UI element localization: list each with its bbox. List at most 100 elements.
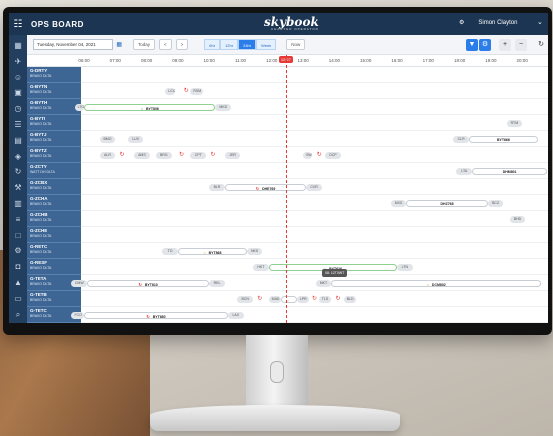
aircraft-cell[interactable]: G-BYTH BRAVO DLTA [27,99,81,115]
airport-tag[interactable]: NKS [246,248,263,255]
sync-icon[interactable]: ↻ [118,151,127,160]
airport-tag[interactable]: RKL [209,280,225,287]
file-icon[interactable]: ☰ [14,117,21,133]
airport-tag[interactable]: LTN [397,264,413,271]
users-icon[interactable]: ☺ [14,70,22,86]
airport-tag[interactable]: HKT [253,264,269,271]
airport-tag[interactable]: RTM [506,120,523,127]
airport-tag[interactable]: CVR [306,184,322,191]
airport-tag[interactable]: FCO [71,312,84,319]
airport-tag[interactable]: BHD [509,216,526,223]
chevron-down-icon[interactable]: ⌄ [537,18,543,26]
flight-bar[interactable]: ↻ BYT680 [84,312,228,319]
refresh-icon[interactable]: ↻ [15,164,22,180]
flight-bar[interactable]: DHZ768 [406,200,488,207]
aircraft-cell[interactable]: G-BYTN BRAVO DLTA [27,83,81,99]
airport-tag[interactable]: MKT [315,280,332,287]
airport-tag[interactable]: BLD [343,296,357,303]
airport-tag[interactable]: LCC [165,88,175,95]
airport-tag[interactable]: SW [303,152,313,159]
flight-bar[interactable]: ○ BYT868 [177,248,247,255]
aircraft-cell[interactable]: G-ZCBX BRAVO DLTA [27,179,81,195]
airport-tag[interactable]: RSM [190,88,203,95]
view-24hr-button[interactable]: 24hr [238,39,257,50]
airport-tag[interactable]: LTA [456,168,473,175]
flight-bar[interactable]: ↻ DHE769 [224,184,307,191]
flight-bar[interactable]: ○ BYT806 [84,104,216,111]
prev-day-button[interactable]: < [159,39,172,50]
calendar-icon[interactable]: ▣ [14,85,22,101]
sync-icon[interactable]: ↻ [255,295,264,304]
sync-icon[interactable]: ↻ [315,151,324,160]
sync-icon[interactable]: ↻ [208,151,217,160]
airport-tag[interactable]: LTO [74,104,84,111]
airport-tag[interactable]: LUX [127,136,144,143]
user-menu[interactable]: ⚙ Simon Clayton [459,19,517,26]
aircraft-cell[interactable]: G-RETC BRAVO DLTA [27,243,81,259]
sync-icon[interactable]: ↻ [177,151,186,160]
aircraft-cell[interactable]: G-TETB BRAVO DLTA [27,291,81,307]
calendar-icon[interactable]: ▦ [116,41,122,48]
airport-tag[interactable]: MKD [215,104,232,111]
flight-bar[interactable]: DHM801 [472,168,548,175]
airport-tag[interactable]: LPR [296,296,310,303]
flight-bar[interactable]: ○ [281,296,297,303]
clock-icon[interactable]: ◷ [15,101,22,117]
airport-tag[interactable]: TO [162,248,178,255]
airport-tag[interactable]: JER [224,152,241,159]
zoom-in-button[interactable]: + [499,39,511,51]
settings-icon[interactable]: ⚙ [14,243,21,259]
document-icon[interactable]: ▥ [14,196,22,212]
sync-icon[interactable]: ↻ [334,295,343,304]
airport-tag[interactable]: CPT [190,152,207,159]
airport-tag[interactable]: AMS [134,152,150,159]
tool-icon[interactable]: ⚒ [14,180,21,196]
airport-tag[interactable]: BCN [237,296,253,303]
airport-tag[interactable]: MXS [390,200,407,207]
folder-icon[interactable]: ▭ [14,291,22,307]
airport-tag[interactable]: CLR [453,136,469,143]
next-day-button[interactable]: > [175,39,189,50]
app-menu-icon[interactable]: ☷ [9,13,27,35]
aircraft-cell[interactable]: G-RESF BRAVO DLTA [27,259,81,275]
view-week-button[interactable]: Week [256,39,277,50]
flight-bar[interactable]: ↻ BYT810 [87,280,210,287]
aircraft-cell[interactable]: G-ZCHB BRAVO DLTA [27,211,81,227]
search-icon[interactable]: ⌕ [16,307,20,323]
airport-tag[interactable]: BLR [209,184,225,191]
aircraft-cell[interactable]: G-BYTI BRAVO DLTA [27,115,81,131]
airport-tag[interactable]: LAX [227,312,244,319]
box-icon[interactable]: □ [16,228,21,244]
aircraft-cell[interactable]: G-BYTJ BRAVO DLTA [27,131,81,147]
airport-tag[interactable]: TLS [318,296,332,303]
sync-icon[interactable]: ↻ [182,87,191,96]
aircraft-cell[interactable]: G-ZCTY WATT DH DLTA [27,163,81,179]
airport-tag[interactable]: CMW [71,280,88,287]
aircraft-cell[interactable]: G-BYTZ BRAVO DLTA [27,147,81,163]
airport-tag[interactable]: MAD [268,296,282,303]
airport-tag[interactable]: BMO [99,136,116,143]
filter-icon[interactable]: ▼ [466,39,478,51]
settings-icon[interactable]: ⚙ [479,39,491,51]
date-picker[interactable]: Tuesday, November 04, 2021 ▦ [33,39,122,50]
now-button[interactable]: Now [286,39,306,50]
aircraft-cell[interactable]: G-ZCHE BRAVO DLTA [27,227,81,243]
chart-icon[interactable]: ▤ [14,133,22,149]
airport-tag[interactable]: ALR [99,152,116,159]
airport-tag[interactable]: BRG [155,152,172,159]
flight-bar[interactable]: ○ DCM802 [331,280,541,287]
sync-icon[interactable]: ↻ [310,295,319,304]
aircraft-cell[interactable]: G-DRTY BRAVO DLTA [27,67,81,83]
airport-tag[interactable]: OCP [325,152,341,159]
airport-tag[interactable]: BCZ [487,200,504,207]
tag-icon[interactable]: ◈ [15,149,21,165]
view-6hr-button[interactable]: 6hr [204,39,221,50]
flight-bar[interactable]: BYT666 [468,136,538,143]
list-icon[interactable]: ≡ [16,212,21,228]
aircraft-cell[interactable]: G-ZCHA BRAVO DLTA [27,195,81,211]
refresh-icon[interactable]: ↻ [535,39,547,51]
view-12hr-button[interactable]: 12hr [220,39,239,50]
bell-icon[interactable]: ▲ [14,275,22,291]
zoom-out-button[interactable]: − [515,39,527,51]
plane-icon[interactable]: ✈ [15,54,22,70]
